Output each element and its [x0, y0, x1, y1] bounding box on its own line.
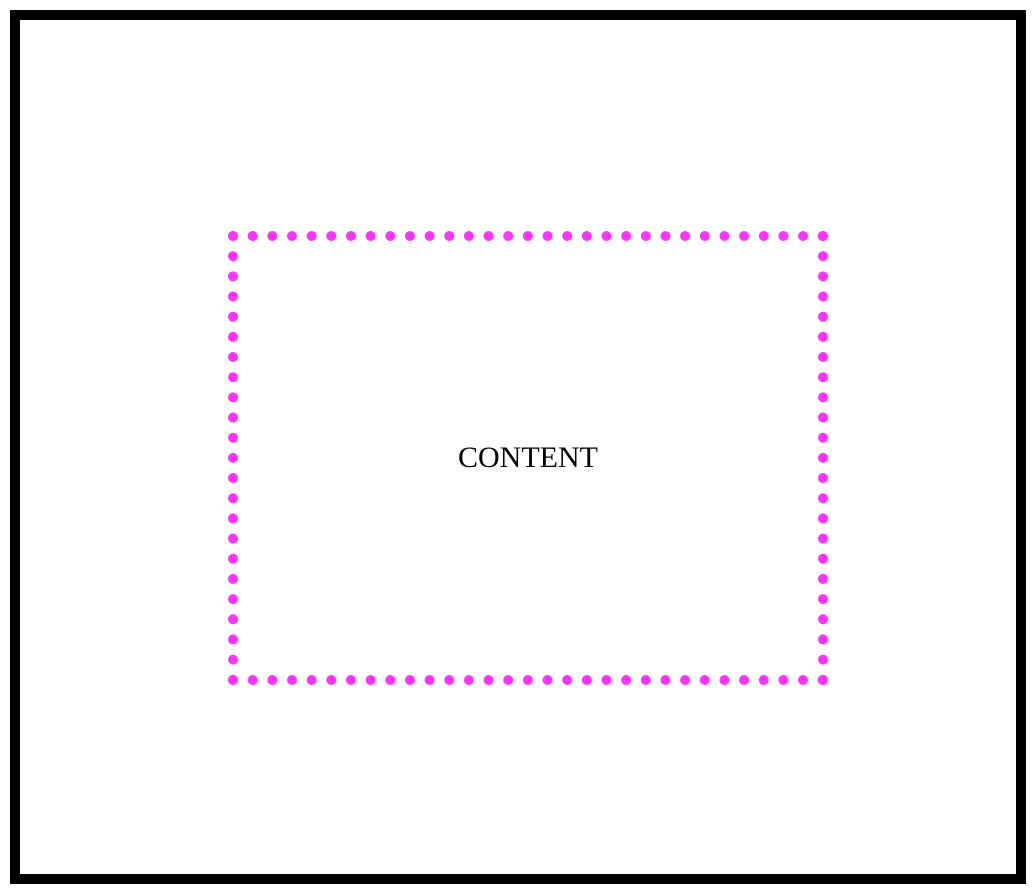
content-box: CONTENT	[228, 231, 828, 685]
outer-frame: CONTENT	[10, 10, 1026, 884]
content-label: CONTENT	[458, 441, 598, 474]
